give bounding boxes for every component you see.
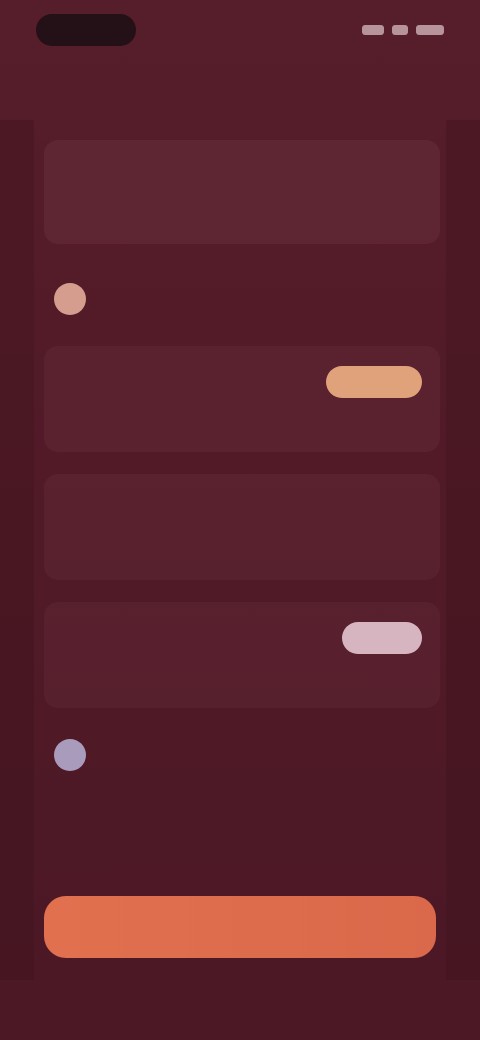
primary-cta-button[interactable] (44, 896, 436, 958)
camera-cutout (36, 14, 136, 46)
section-header-secondary (44, 730, 440, 780)
navigation-bar (0, 64, 480, 108)
main-content (44, 140, 440, 846)
status-icons (354, 22, 444, 38)
option-badge[interactable] (326, 366, 422, 398)
option-card-1[interactable] (44, 346, 440, 452)
battery-icon (416, 25, 444, 35)
signal-icon (362, 25, 384, 35)
left-margin (0, 120, 34, 980)
warm-circle-icon (54, 283, 86, 315)
option-badge[interactable] (342, 622, 422, 654)
intro-card (44, 140, 440, 244)
wifi-icon (392, 25, 408, 35)
footer-note (44, 806, 440, 846)
right-margin (446, 120, 480, 980)
status-bar (0, 0, 480, 60)
section-header-primary (44, 274, 440, 324)
option-card-3[interactable] (44, 602, 440, 708)
app-screen (0, 0, 480, 1040)
option-card-2[interactable] (44, 474, 440, 580)
cool-circle-icon (54, 739, 86, 771)
